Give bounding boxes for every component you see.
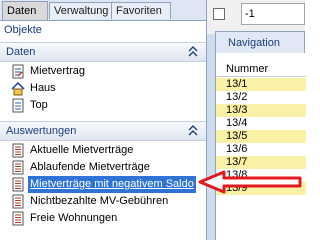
list-item-freie-wohnungen[interactable]: Freie Wohnungen <box>0 210 206 227</box>
list-item-top[interactable]: Top <box>0 97 206 114</box>
item-label: Aktuelle Mietverträge <box>30 144 134 156</box>
list-item-aktuelle-mietvertraege[interactable]: Aktuelle Mietverträge <box>0 142 206 159</box>
group-title-daten: Daten <box>6 46 36 58</box>
list-item-negativer-saldo[interactable]: Mietverträge mit negativem Saldo <box>0 176 206 193</box>
table-row[interactable]: 13/7 <box>216 156 306 169</box>
item-label: Freie Wohnungen <box>30 212 118 224</box>
report-icon <box>12 211 24 226</box>
select-checkbox[interactable] <box>213 8 225 20</box>
report-icon <box>12 160 24 175</box>
navigation-pane: Daten Verwaltung Favoriten Objekte Daten… <box>0 0 206 240</box>
item-label: Haus <box>30 82 56 94</box>
list-item-mietvertrag[interactable]: Mietvertrag <box>0 63 206 80</box>
group-header-daten[interactable]: Daten <box>0 42 206 62</box>
content-pane: -1 Navigation Nummer 13/1 13/2 13/3 13/4… <box>206 0 306 240</box>
collapse-chevron-icon[interactable] <box>187 122 199 140</box>
table-row[interactable]: 13/3 <box>216 104 306 117</box>
house-icon <box>11 81 25 96</box>
tab-daten[interactable]: Daten <box>2 1 48 20</box>
contract-icon <box>12 64 24 79</box>
data-grid: Nummer 13/1 13/2 13/3 13/4 13/5 13/6 13/… <box>215 53 306 240</box>
document-icon <box>12 98 24 113</box>
item-label: Top <box>30 99 48 111</box>
list-item-ablaufende-mietvertraege[interactable]: Ablaufende Mietverträge <box>0 159 206 176</box>
annotation-arrow-icon <box>198 170 302 194</box>
table-row[interactable]: 13/1 <box>216 78 306 91</box>
group-title-auswertungen: Auswertungen <box>6 125 77 137</box>
tab-navigation[interactable]: Navigation <box>215 31 305 53</box>
report-icon <box>12 194 24 209</box>
pane-title: Objekte <box>0 21 206 40</box>
table-row[interactable]: 13/2 <box>216 91 306 104</box>
item-label: Mietvertrag <box>30 65 86 77</box>
column-header-nummer[interactable]: Nummer <box>216 61 306 77</box>
report-icon <box>12 177 24 192</box>
list-item-nichtbezahlte-gebuehren[interactable]: Nichtbezahlte MV-Gebühren <box>0 193 206 210</box>
table-row[interactable]: 13/4 <box>216 117 306 130</box>
tab-favoriten[interactable]: Favoriten <box>111 2 171 19</box>
item-label: Nichtbezahlte MV-Gebühren <box>30 195 169 207</box>
list-item-haus[interactable]: Haus <box>0 80 206 97</box>
table-row[interactable]: 13/5 <box>216 130 306 143</box>
item-label: Ablaufende Mietverträge <box>30 161 150 173</box>
table-row[interactable]: 13/6 <box>216 143 306 156</box>
report-icon <box>12 143 24 158</box>
tab-strip: Daten Verwaltung Favoriten <box>0 0 206 21</box>
group-header-auswertungen[interactable]: Auswertungen <box>0 121 206 141</box>
grid-gap <box>216 53 306 61</box>
value-field[interactable]: -1 <box>241 3 305 25</box>
item-label: Mietverträge mit negativem Saldo <box>28 176 196 193</box>
toolbar: -1 <box>207 0 305 34</box>
tab-verwaltung[interactable]: Verwaltung <box>49 2 112 19</box>
collapse-chevron-icon[interactable] <box>187 43 199 61</box>
